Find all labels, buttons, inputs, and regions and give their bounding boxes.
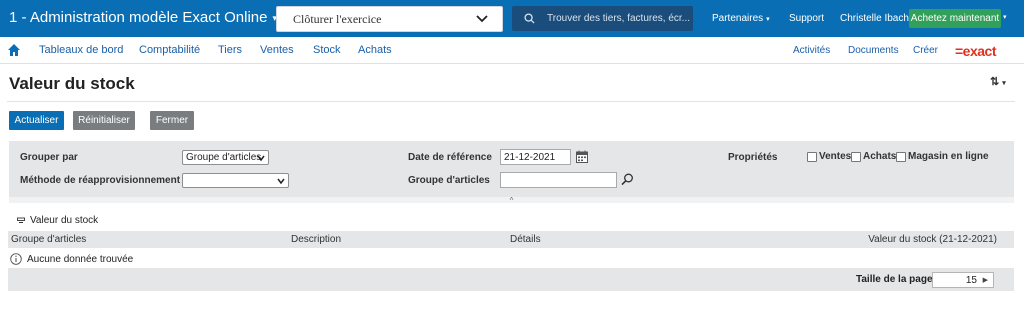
home-icon[interactable]	[7, 43, 21, 57]
nav-activities[interactable]: Activités	[793, 45, 830, 56]
checkbox-box[interactable]	[896, 151, 906, 162]
group-by-label: Grouper par	[20, 152, 78, 163]
global-search-input[interactable]: Trouver des tiers, factures, écr...	[512, 6, 693, 31]
empty-message: Aucune donnée trouvée	[10, 253, 133, 265]
period-close-value: Clôturer l'exercice	[293, 11, 382, 26]
collapse-filter-toggle[interactable]: ^	[9, 195, 1014, 205]
column-header-stock-value[interactable]: Valeur du stock (21-12-2021)	[868, 234, 997, 245]
nav-item-relations[interactable]: Tiers	[218, 44, 242, 56]
search-icon[interactable]	[621, 173, 634, 186]
checkbox-box[interactable]	[851, 151, 861, 162]
nav-create[interactable]: Créer	[913, 45, 938, 56]
chevron-up-icon: ^	[509, 195, 514, 205]
close-button[interactable]: Fermer	[150, 111, 194, 130]
top-bar: 1 - Administration modèle Exact Online ▾…	[0, 0, 1024, 37]
checkbox-purchases[interactable]: Achats	[851, 151, 896, 162]
nav-item-dashboards[interactable]: Tableaux de bord	[39, 44, 123, 56]
column-header-details[interactable]: Détails	[510, 234, 541, 245]
reset-button[interactable]: Réinitialiser	[73, 111, 135, 130]
chevron-down-icon	[257, 155, 265, 162]
chevron-down-icon	[277, 178, 285, 185]
nav-item-accounting[interactable]: Comptabilité	[139, 44, 200, 56]
chevron-right-icon: ▶	[982, 277, 988, 284]
info-icon	[10, 253, 22, 265]
nav-item-sales[interactable]: Ventes	[260, 44, 294, 56]
checkbox-webshop[interactable]: Magasin en ligne	[896, 151, 989, 162]
grid-header: Groupe d'articles Description Détails Va…	[8, 231, 1014, 248]
chevron-down-icon: ▾	[1002, 80, 1006, 87]
calendar-icon[interactable]	[576, 150, 588, 163]
page-size-select[interactable]: 15 ▶	[932, 272, 994, 288]
chevron-down-icon	[476, 15, 488, 23]
section-title: Valeur du stock	[30, 215, 99, 226]
reference-date-label: Date de référence	[408, 152, 492, 163]
item-group-label: Groupe d'articles	[408, 175, 490, 186]
chevron-down-icon[interactable]: ▾	[1003, 13, 1007, 21]
properties-label: Propriétés	[728, 152, 778, 163]
item-group-input[interactable]	[500, 172, 617, 188]
replenishment-select[interactable]	[182, 173, 289, 188]
collapse-icon	[17, 217, 25, 223]
grid-footer: Taille de la page 15 ▶	[8, 268, 1014, 291]
chevron-down-icon: ▾	[766, 16, 770, 23]
reference-date-input[interactable]: 21-12-2021	[500, 149, 571, 165]
checkbox-purchases-label: Achats	[863, 151, 897, 162]
nav-item-purchases[interactable]: Achats	[358, 44, 392, 56]
page-size-label: Taille de la page	[856, 274, 933, 285]
replenishment-label: Méthode de réapprovisionnement	[20, 175, 181, 186]
empty-message-text: Aucune donnée trouvée	[27, 253, 134, 265]
sort-icon: ⇅	[990, 76, 1000, 88]
checkbox-sales-label: Ventes	[819, 151, 852, 162]
group-by-select[interactable]: Groupe d'articles	[182, 150, 269, 165]
section-toggle[interactable]: Valeur du stock	[17, 215, 98, 226]
sort-options-button[interactable]: ⇅ ▾	[990, 75, 1006, 88]
division-selector[interactable]: 1 - Administration modèle Exact Online ▾	[9, 9, 277, 26]
checkbox-webshop-label: Magasin en ligne	[908, 151, 989, 162]
checkbox-box[interactable]	[807, 151, 817, 162]
main-nav: Tableaux de bord Comptabilité Tiers Vent…	[0, 37, 1024, 64]
group-by-value: Groupe d'articles	[186, 152, 262, 163]
buy-now-button[interactable]: Achetez maintenant	[909, 9, 1001, 28]
period-close-dropdown[interactable]: Clôturer l'exercice	[276, 6, 503, 32]
column-header-description[interactable]: Description	[291, 234, 341, 245]
page-size-value: 15	[965, 274, 977, 286]
search-placeholder: Trouver des tiers, factures, écr...	[547, 13, 691, 24]
divider	[7, 101, 1015, 102]
refresh-button[interactable]: Actualiser	[9, 111, 64, 130]
division-title: 1 - Administration modèle Exact Online	[9, 9, 268, 26]
search-icon	[524, 13, 535, 24]
user-menu[interactable]: Christelle Ibach	[840, 13, 909, 24]
partners-menu[interactable]: Partenaires ▾	[712, 13, 770, 24]
support-link[interactable]: Support	[789, 13, 824, 24]
checkbox-sales[interactable]: Ventes	[807, 151, 851, 162]
nav-documents[interactable]: Documents	[848, 45, 899, 56]
partners-label: Partenaires	[712, 13, 764, 24]
column-header-item-group[interactable]: Groupe d'articles	[11, 234, 86, 245]
nav-item-stock[interactable]: Stock	[313, 44, 341, 56]
page-title: Valeur du stock	[9, 74, 135, 93]
exact-logo: =exact	[955, 43, 996, 59]
